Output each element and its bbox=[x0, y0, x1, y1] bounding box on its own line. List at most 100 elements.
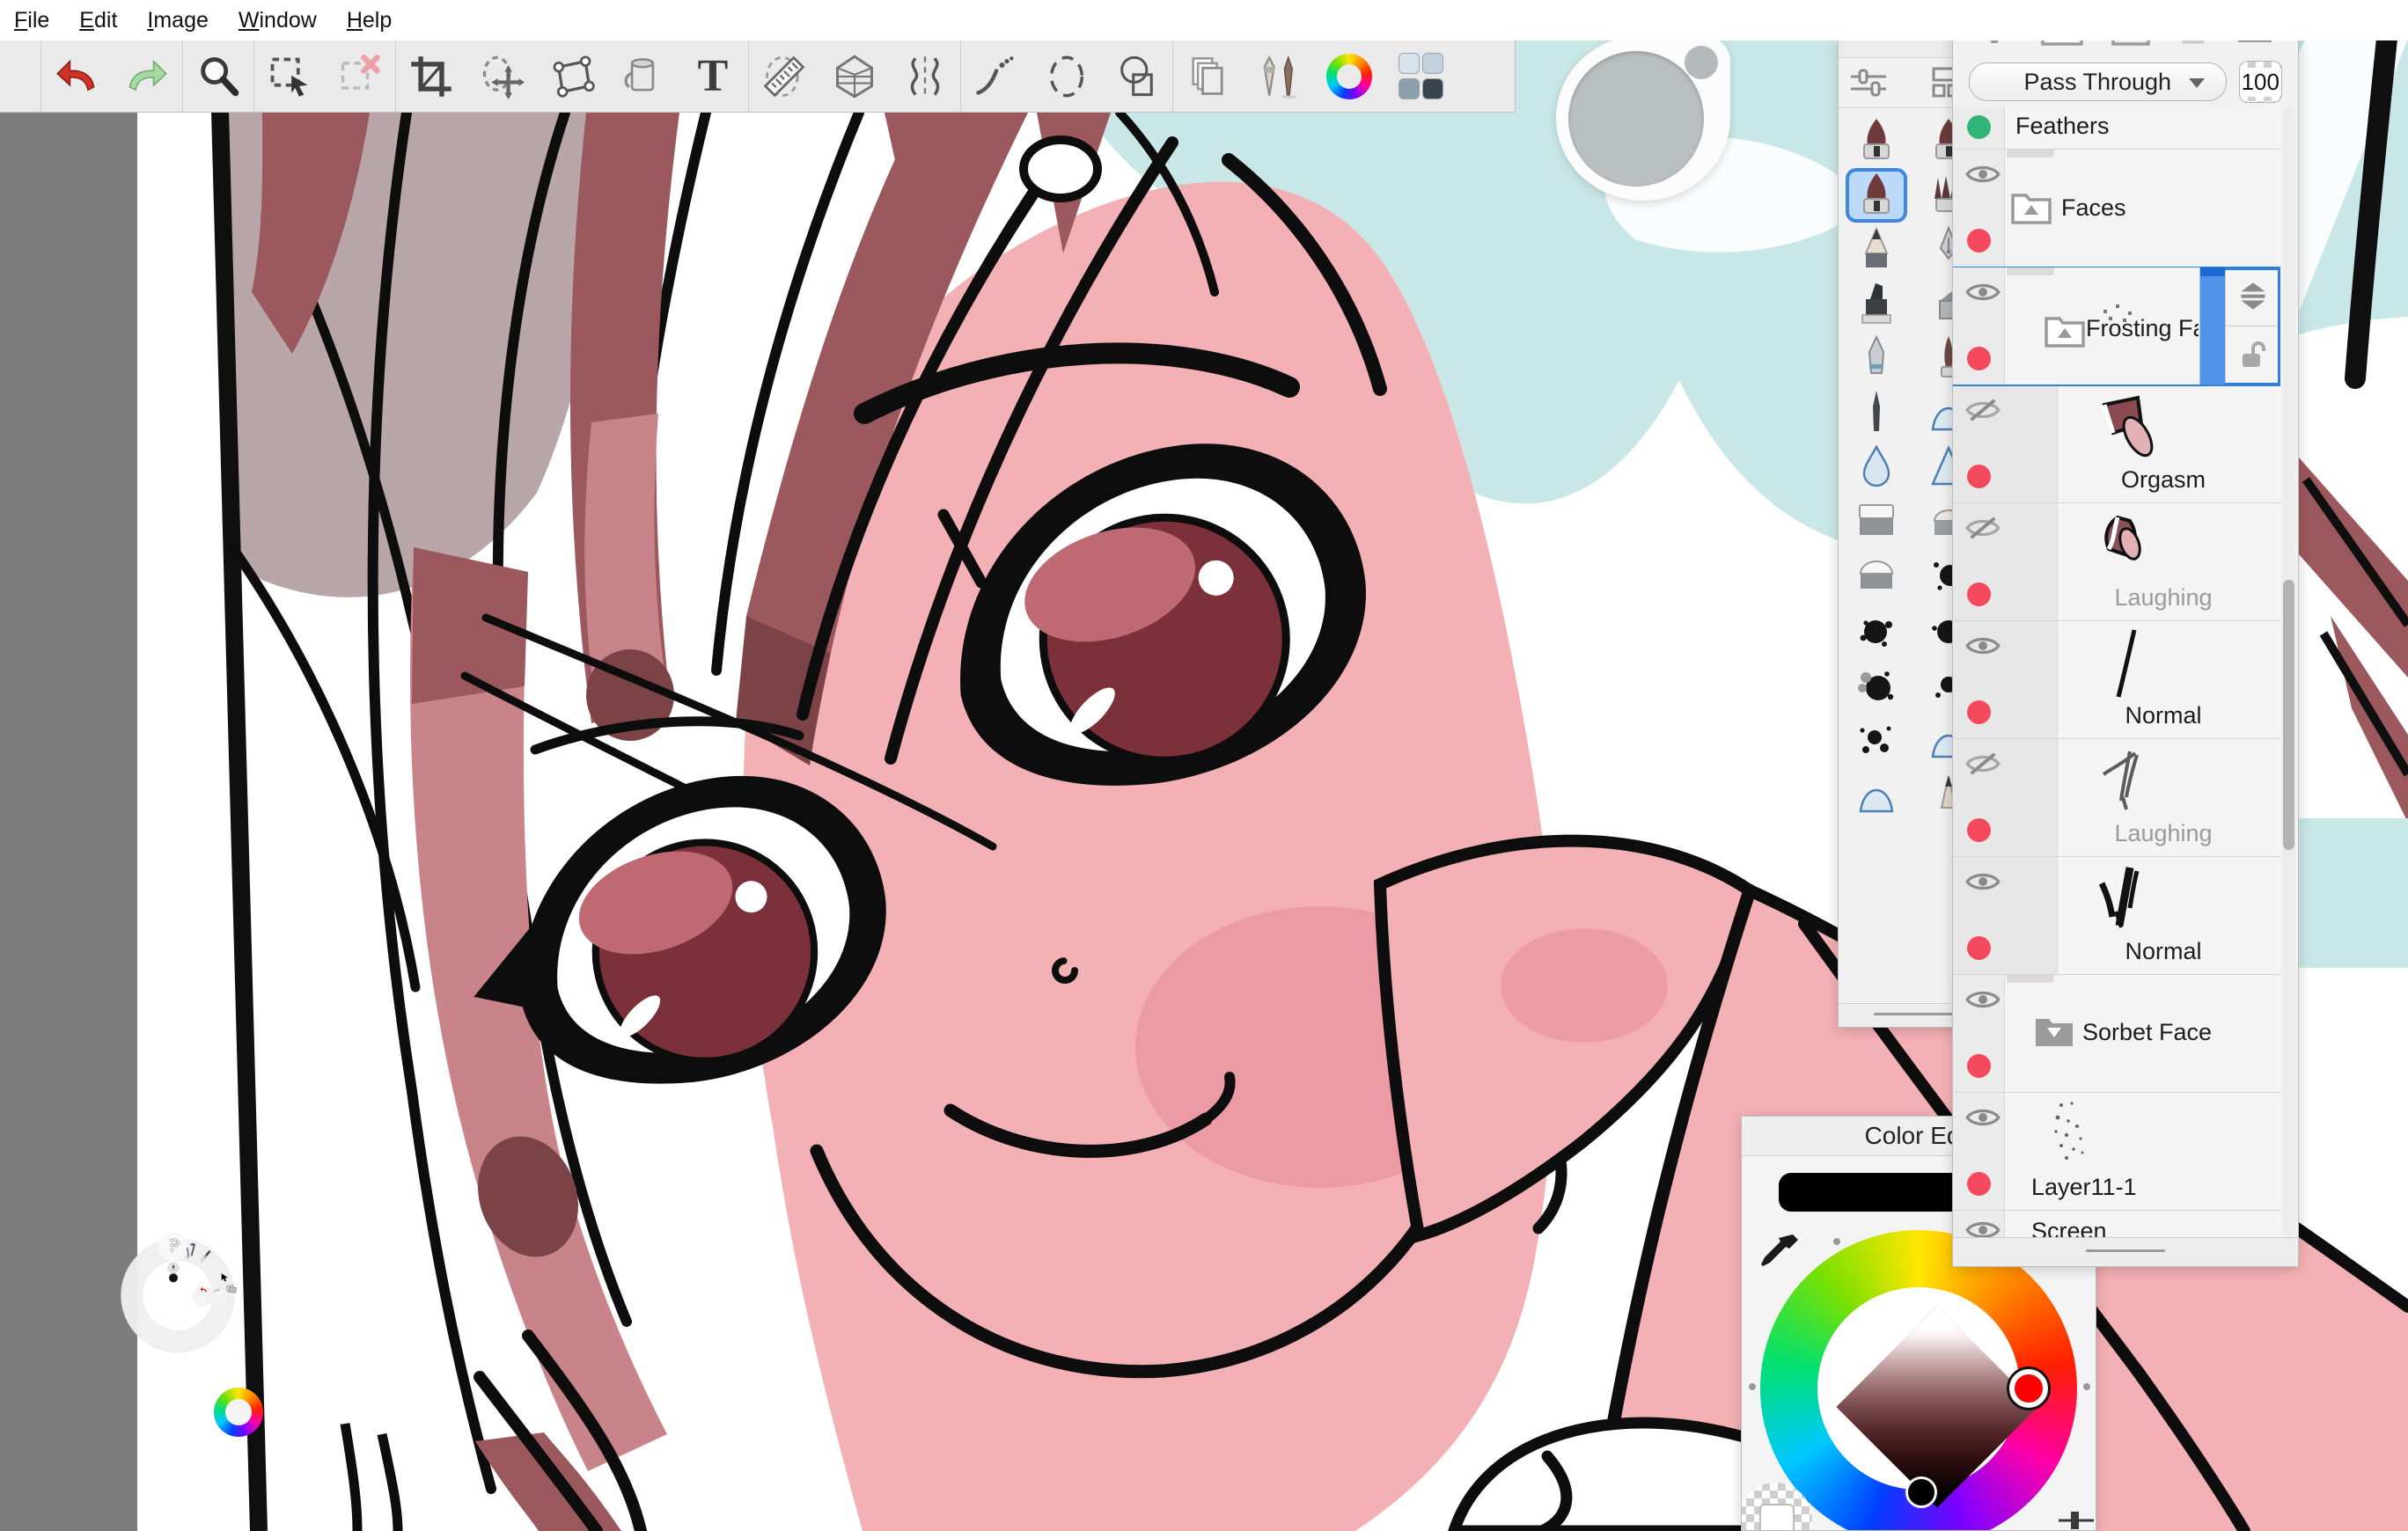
layer-tag-red[interactable] bbox=[1967, 1054, 1991, 1078]
shape-tool[interactable] bbox=[1102, 41, 1172, 112]
menu-edit[interactable]: Edit bbox=[79, 8, 117, 33]
brush-round-selected[interactable] bbox=[1846, 168, 1907, 223]
brush-splatter-2[interactable] bbox=[1846, 659, 1907, 714]
dial-knob[interactable] bbox=[1685, 46, 1718, 79]
select-tool[interactable] bbox=[254, 41, 325, 112]
visibility-on-icon[interactable] bbox=[1965, 162, 2001, 187]
layers-panel-resize-handle[interactable] bbox=[1953, 1237, 2298, 1266]
brush-watercolor-arch[interactable] bbox=[1846, 768, 1907, 823]
visibility-off-icon[interactable] bbox=[1965, 751, 2001, 776]
layer-thumbnail bbox=[2091, 744, 2162, 818]
layer-unlock-icon[interactable] bbox=[2226, 326, 2280, 385]
menu-file[interactable]: File bbox=[14, 8, 49, 33]
text-tool[interactable]: T bbox=[678, 41, 748, 112]
symmetry-snap-tool[interactable] bbox=[890, 41, 960, 112]
layer-row-faces[interactable]: Faces bbox=[1953, 150, 2280, 267]
layer-name: Layer11-1 bbox=[2031, 1174, 2137, 1201]
text-tool-glyph: T bbox=[698, 54, 729, 99]
layer-reorder-button[interactable] bbox=[2226, 267, 2280, 326]
dial-preview-circle[interactable] bbox=[1568, 51, 1704, 187]
folder-open-icon[interactable] bbox=[2045, 313, 2085, 348]
opacity-field[interactable]: 100 bbox=[2239, 61, 2282, 103]
eyedropper-icon[interactable] bbox=[1754, 1229, 1803, 1278]
visibility-off-icon[interactable] bbox=[1965, 398, 2001, 422]
layer-tag-red[interactable] bbox=[1967, 582, 1991, 606]
layer-row-feathers[interactable]: Feathers bbox=[1953, 106, 2280, 150]
menu-image[interactable]: Image bbox=[147, 8, 209, 33]
layer-tag-green[interactable] bbox=[1967, 115, 1991, 139]
layer-tag-red[interactable] bbox=[1967, 818, 1991, 842]
pages-tool[interactable] bbox=[1173, 41, 1244, 112]
workspace-grid-tool[interactable] bbox=[1384, 41, 1455, 112]
layer-row-normal-1[interactable]: Normal bbox=[1953, 621, 2280, 739]
layer-tag-red[interactable] bbox=[1967, 700, 1991, 724]
deselect-tool[interactable] bbox=[325, 41, 395, 112]
layer-drag-indicator[interactable] bbox=[2199, 267, 2225, 385]
orbit-dot bbox=[1749, 1383, 1756, 1390]
brush-water-drop[interactable] bbox=[1846, 441, 1907, 495]
brush-splatter-3[interactable] bbox=[1846, 714, 1907, 768]
perspective-snap-tool[interactable] bbox=[819, 41, 890, 112]
brush-fine-liner[interactable] bbox=[1846, 386, 1907, 441]
crop-tool[interactable] bbox=[396, 41, 466, 112]
layer-row-normal-2[interactable]: Normal bbox=[1953, 857, 2280, 975]
brush-airbrush[interactable] bbox=[1846, 332, 1907, 386]
visibility-on-icon[interactable] bbox=[1965, 987, 2001, 1012]
sv-selector[interactable] bbox=[1905, 1476, 1937, 1508]
visibility-off-icon[interactable] bbox=[1965, 516, 2001, 540]
sv-diamond[interactable] bbox=[1836, 1306, 2037, 1507]
layer-row-layer11-1[interactable]: Layer11-1 bbox=[1953, 1093, 2280, 1211]
layer-tag-red[interactable] bbox=[1967, 1172, 1991, 1196]
layer-row-sorbet-face[interactable]: Sorbet Face bbox=[1953, 975, 2280, 1093]
ruler-snap-tool[interactable] bbox=[749, 41, 819, 112]
brush-flat-eraser[interactable] bbox=[1846, 495, 1907, 550]
layer-row-frosting-face[interactable]: Frosting Fac bbox=[1953, 267, 2280, 385]
layers-scrollbar[interactable] bbox=[2282, 106, 2295, 1236]
ellipse-snap-tool[interactable] bbox=[1031, 41, 1102, 112]
color-wheel-tool[interactable] bbox=[1314, 41, 1384, 112]
curve-snap-tool[interactable] bbox=[961, 41, 1031, 112]
layer-row-screen[interactable]: Screen bbox=[1953, 1211, 2280, 1238]
layer-tag-red[interactable] bbox=[1967, 465, 1991, 488]
brush-size-dial[interactable] bbox=[1556, 35, 1730, 201]
undo-button[interactable] bbox=[41, 41, 112, 112]
hue-wheel[interactable] bbox=[1760, 1230, 2077, 1531]
quick-access-wheel[interactable] bbox=[0, 1232, 422, 1531]
redo-button[interactable] bbox=[112, 41, 182, 112]
layer-row-laughing-1[interactable]: Laughing bbox=[1953, 503, 2280, 621]
hue-selector[interactable] bbox=[2009, 1369, 2048, 1408]
layer-row-laughing-2[interactable]: Laughing bbox=[1953, 739, 2280, 857]
layer-row-orgasm[interactable]: Orgasm bbox=[1953, 385, 2280, 503]
brush-marker[interactable] bbox=[1846, 277, 1907, 332]
pen-settings-tool[interactable] bbox=[1244, 41, 1314, 112]
menu-window[interactable]: Window bbox=[239, 8, 317, 33]
brush-dome-eraser[interactable] bbox=[1846, 550, 1907, 604]
fill-bucket-tool[interactable] bbox=[607, 41, 678, 112]
opacity-value: 100 bbox=[2239, 68, 2282, 97]
brush-settings-icon[interactable] bbox=[1849, 67, 1890, 99]
visibility-on-icon[interactable] bbox=[1965, 1218, 2001, 1238]
menu-help[interactable]: Help bbox=[347, 8, 392, 33]
layer-tag-red[interactable] bbox=[1967, 229, 1991, 253]
toolbar-spacer bbox=[0, 40, 41, 112]
polygon-select-tool[interactable] bbox=[537, 41, 607, 112]
folder-closed-icon[interactable] bbox=[2034, 1014, 2074, 1049]
brush-round[interactable] bbox=[1846, 114, 1907, 168]
blend-mode-select[interactable]: Pass Through bbox=[1969, 62, 2227, 101]
layer-tag-red[interactable] bbox=[1967, 936, 1991, 960]
visibility-on-icon[interactable] bbox=[1965, 869, 2001, 894]
brush-pencil[interactable] bbox=[1846, 223, 1907, 277]
brush-splatter-1[interactable] bbox=[1846, 604, 1907, 659]
scrollbar-thumb[interactable] bbox=[2283, 580, 2294, 850]
orbit-dot bbox=[2083, 1383, 2090, 1390]
slider-toggle-icon[interactable] bbox=[2059, 1509, 2096, 1531]
visibility-on-icon[interactable] bbox=[1965, 634, 2001, 658]
visibility-on-icon[interactable] bbox=[1965, 1105, 2001, 1130]
zoom-tool[interactable] bbox=[183, 41, 253, 112]
layer-name: Normal bbox=[2058, 938, 2269, 965]
move-selection-tool[interactable] bbox=[466, 41, 537, 112]
layer-tag-red[interactable] bbox=[1967, 347, 1991, 370]
wheel-color-icon[interactable] bbox=[214, 1388, 263, 1437]
visibility-on-icon[interactable] bbox=[1965, 280, 2001, 304]
folder-open-icon[interactable] bbox=[2011, 190, 2052, 225]
